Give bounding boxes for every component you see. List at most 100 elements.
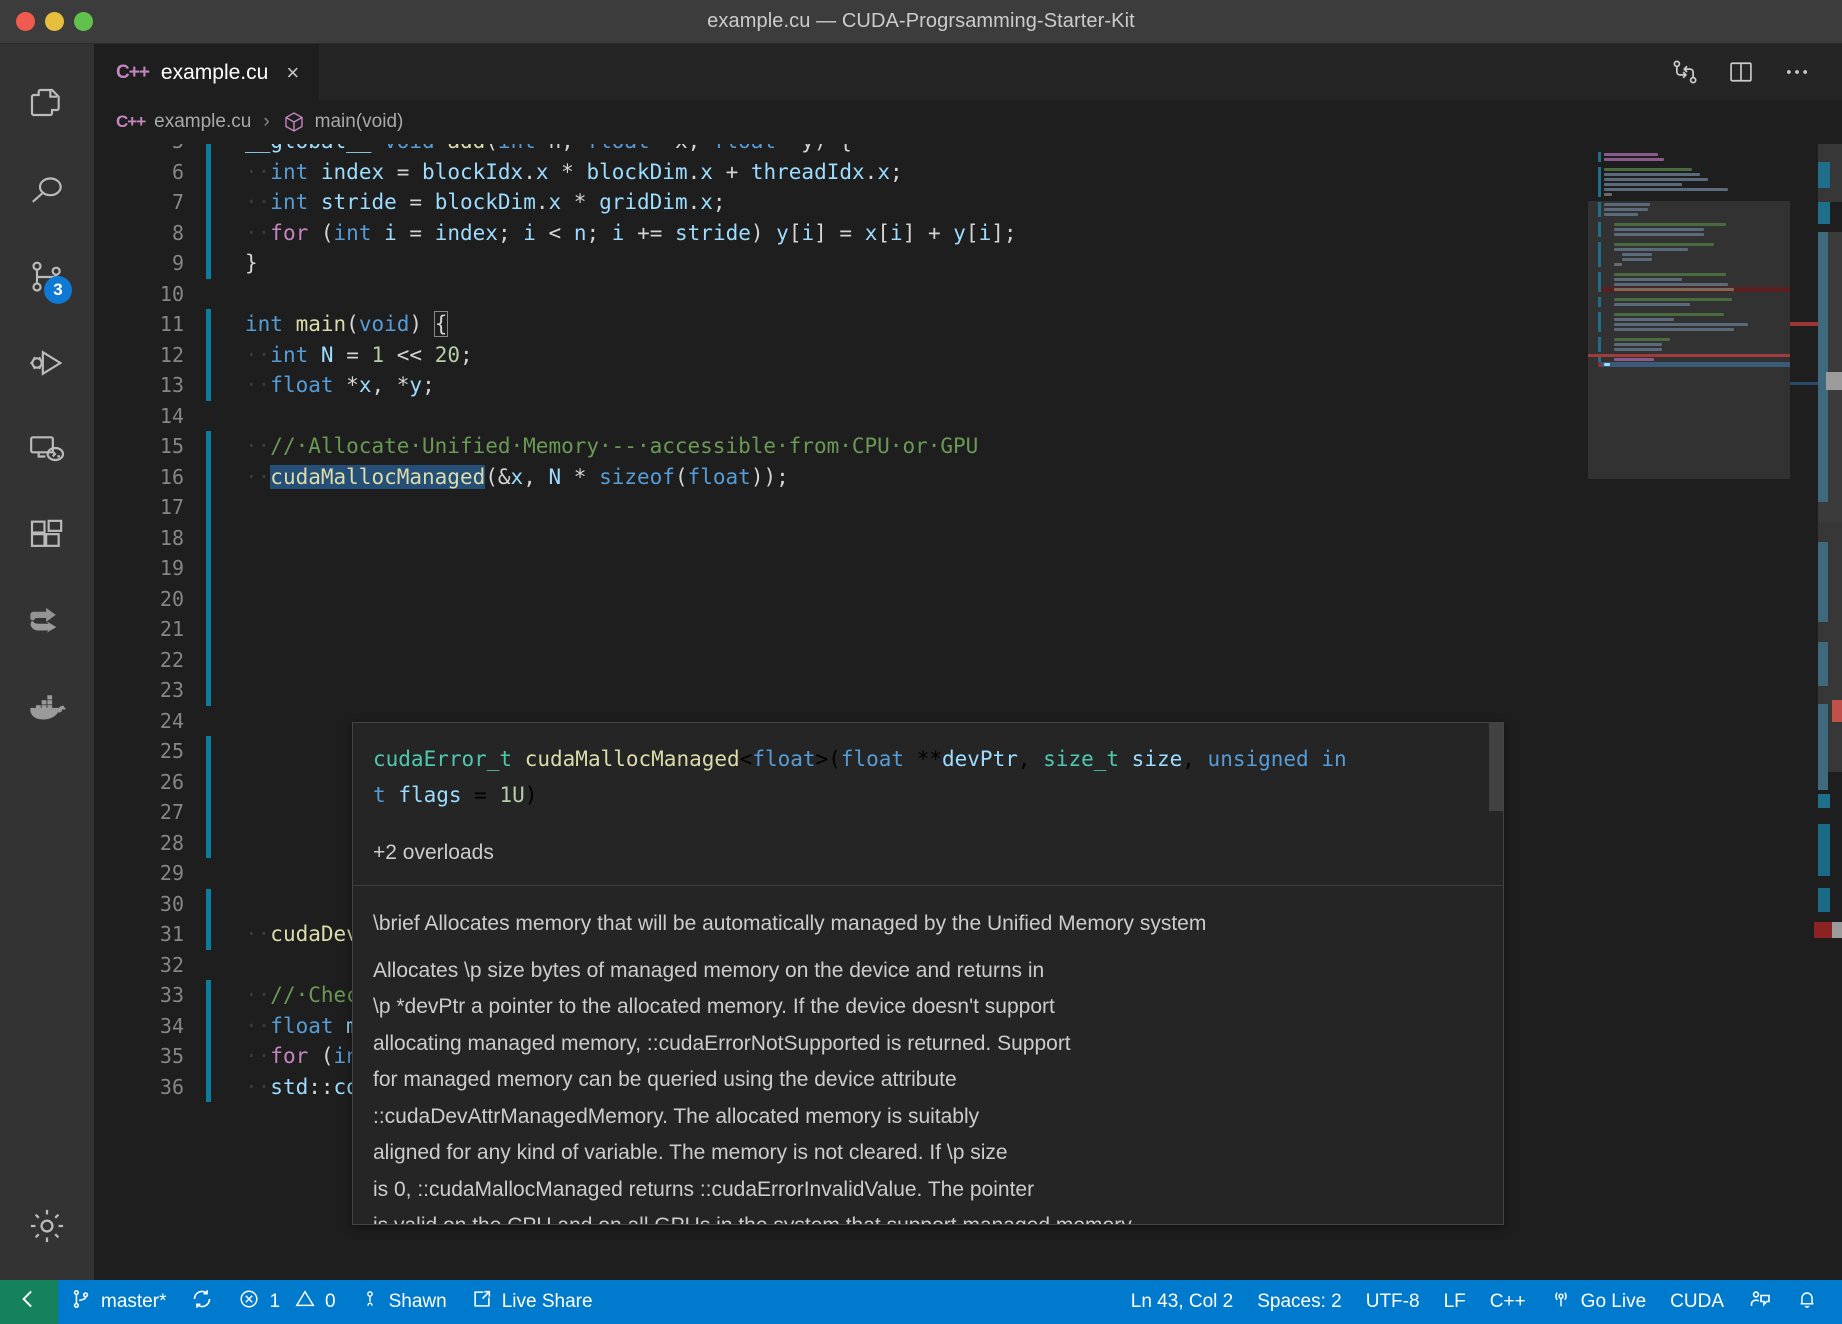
status-feedback[interactable] — [1736, 1280, 1784, 1324]
line-number: 13 — [159, 373, 184, 397]
code-line-19[interactable]: 19 — [94, 553, 1842, 584]
close-window-button[interactable] — [16, 12, 35, 31]
sidebar-item-remote-explorer[interactable] — [0, 406, 94, 492]
remote-indicator[interactable] — [0, 1280, 58, 1324]
line-number: 20 — [159, 586, 184, 611]
git-change-marker — [206, 279, 211, 310]
status-problems[interactable]: 1 0 — [226, 1280, 347, 1324]
manage-settings-button[interactable] — [0, 1194, 94, 1280]
line-number: 31 — [159, 922, 184, 946]
hover-tooltip[interactable]: cudaError_t cudaMallocManaged<float>(flo… — [352, 722, 1504, 1225]
status-bar: master* 1 0 Shawn Live Share Ln 43, Col … — [0, 1280, 1842, 1324]
code-editor[interactable]: 5 __global__ void add(int n, float *x, f… — [94, 144, 1842, 1280]
close-icon[interactable]: × — [286, 61, 299, 84]
git-change-marker — [206, 309, 211, 340]
code-line-22[interactable]: 22 — [94, 644, 1842, 675]
line-number: 8 — [171, 220, 184, 245]
minimap[interactable] — [1588, 144, 1790, 1280]
code-line-8[interactable]: 8 ··for (int i = index; i < n; i += stri… — [94, 217, 1842, 248]
split-editor-icon[interactable] — [1726, 57, 1756, 87]
git-change-marker — [206, 1041, 211, 1072]
hover-doc-blank — [373, 943, 1483, 953]
hover-doc-line: for managed memory can be queried using … — [373, 1068, 957, 1091]
status-live-share[interactable]: Live Share — [459, 1280, 605, 1324]
hover-signature-scrollbar[interactable] — [1489, 723, 1503, 811]
status-live-share-account[interactable]: Shawn — [348, 1280, 459, 1324]
status-editor-language[interactable]: C++ — [1478, 1280, 1538, 1324]
sidebar-item-source-control[interactable]: 3 — [0, 234, 94, 320]
line-number: 32 — [159, 952, 184, 977]
editor-scrollbar[interactable] — [1790, 144, 1842, 1280]
git-change-marker — [206, 339, 211, 370]
line-number: 17 — [159, 495, 184, 519]
ellipsis-icon[interactable] — [1782, 57, 1812, 87]
status-git-branch[interactable]: master* — [58, 1280, 178, 1324]
sidebar-item-extensions[interactable] — [0, 492, 94, 578]
status-editor-encoding[interactable]: UTF-8 — [1354, 1280, 1432, 1324]
sidebar-item-search[interactable] — [0, 148, 94, 234]
git-compare-icon[interactable] — [1670, 57, 1700, 87]
sidebar-item-explorer[interactable] — [0, 62, 94, 148]
code-line-11[interactable]: 11 int main(void) { — [94, 309, 1842, 340]
git-change-marker — [206, 766, 211, 797]
git-change-marker — [206, 736, 211, 767]
line-number: 9 — [171, 251, 184, 275]
sidebar-item-run-and-debug[interactable] — [0, 320, 94, 406]
git-change-marker — [206, 614, 211, 645]
code-line-21[interactable]: 21 — [94, 614, 1842, 645]
line-number: 30 — [159, 891, 184, 916]
code-line-14[interactable]: 14 — [94, 401, 1842, 432]
status-sync-changes[interactable] — [178, 1280, 226, 1324]
overview-change-marker — [1818, 542, 1828, 622]
git-change-marker — [206, 370, 211, 401]
window-title-bar: example.cu — CUDA-Progrsamming-Starter-K… — [0, 0, 1842, 44]
status-cuda-label: CUDA — [1670, 1291, 1724, 1312]
git-change-marker — [206, 980, 211, 1011]
status-editor-position[interactable]: Ln 43, Col 2 — [1119, 1280, 1245, 1324]
files-icon — [27, 85, 67, 125]
overview-cursor-marker — [1832, 922, 1842, 938]
line-number: 11 — [159, 312, 184, 336]
code-line-7[interactable]: 7 ··int stride = blockDim.x * gridDim.x; — [94, 187, 1842, 218]
breadcrumb-file[interactable]: example.cu — [154, 111, 251, 133]
minimize-window-button[interactable] — [45, 12, 64, 31]
remote-explorer-icon — [27, 429, 67, 469]
code-line-5[interactable]: 5 __global__ void add(int n, float *x, f… — [94, 144, 1842, 157]
code-line-6[interactable]: 6 ··int index = blockIdx.x * blockDim.x … — [94, 156, 1842, 187]
cpp-file-icon: C++ — [116, 112, 146, 131]
chevron-right-icon: › — [263, 111, 270, 132]
code-line-18[interactable]: 18 — [94, 522, 1842, 553]
git-change-marker — [206, 644, 211, 675]
hover-doc-line: aligned for any kind of variable. The me… — [373, 1141, 1008, 1164]
sidebar-item-docker[interactable] — [0, 664, 94, 750]
line-number: 36 — [159, 1074, 184, 1099]
branch-icon — [70, 1288, 92, 1316]
code-line-16[interactable]: 16 ··cudaMallocManaged(&x, N * sizeof(fl… — [94, 461, 1842, 492]
status-warning-count: 0 — [325, 1291, 336, 1312]
sidebar-item-live-share[interactable] — [0, 578, 94, 664]
status-notifications[interactable] — [1784, 1280, 1830, 1324]
code-line-10[interactable]: 10 — [94, 279, 1842, 310]
status-editor-eol[interactable]: LF — [1432, 1280, 1478, 1324]
status-go-live[interactable]: Go Live — [1538, 1280, 1658, 1324]
code-line-12[interactable]: 12 ··int N = 1 << 20; — [94, 339, 1842, 370]
code-line-17[interactable]: 17 — [94, 492, 1842, 523]
code-line-23[interactable]: 23 — [94, 675, 1842, 706]
hover-doc-line: is 0, ::cudaMallocManaged returns ::cuda… — [373, 1177, 1035, 1201]
code-line-20[interactable]: 20 — [94, 583, 1842, 614]
tab-example-cu[interactable]: C++ example.cu × — [94, 44, 321, 100]
code-line-13[interactable]: 13 ··float *x, *y; — [94, 370, 1842, 401]
breadcrumb-symbol[interactable]: main(void) — [315, 111, 404, 133]
hover-signature-line-2: t flags = 1U) — [373, 783, 538, 807]
overview-change-marker — [1818, 794, 1830, 808]
code-line-15[interactable]: 15 ··//·Allocate·Unified·Memory·--·acces… — [94, 431, 1842, 462]
git-change-marker — [206, 248, 211, 279]
zoom-window-button[interactable] — [74, 12, 93, 31]
git-change-marker — [206, 888, 211, 919]
status-cuda[interactable]: CUDA — [1658, 1280, 1736, 1324]
gear-icon — [26, 1205, 68, 1247]
line-number: 14 — [159, 403, 184, 428]
traffic-lights — [0, 12, 93, 31]
code-line-9[interactable]: 9 } — [94, 248, 1842, 279]
status-editor-indentation[interactable]: Spaces: 2 — [1245, 1280, 1354, 1324]
